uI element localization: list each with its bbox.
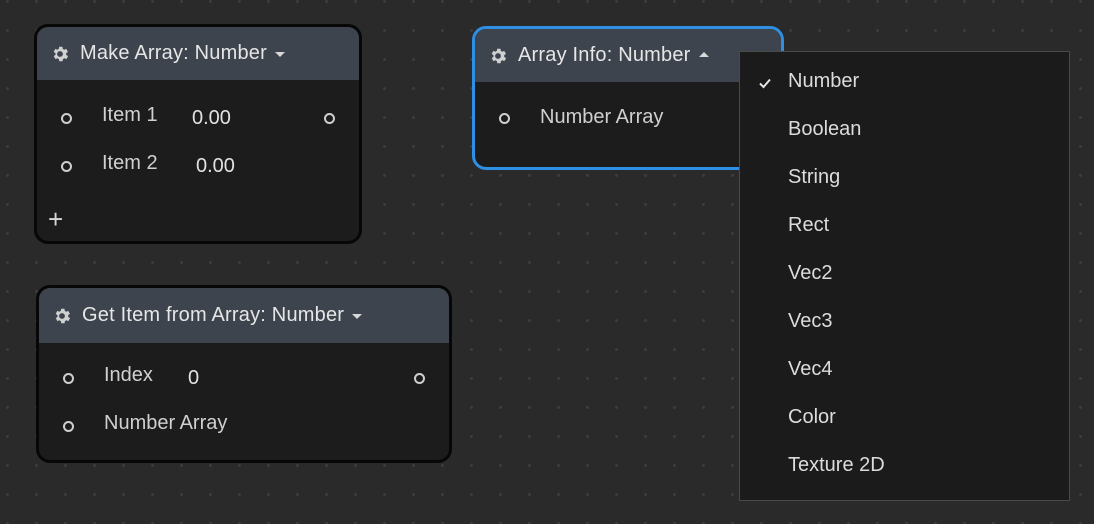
array-info-node[interactable]: Array Info: Number Number Array <box>472 26 784 170</box>
menu-item-label: String <box>788 166 841 188</box>
number-array-label: Number Array <box>104 412 228 434</box>
chevron-down-icon[interactable] <box>275 52 285 57</box>
gear-icon[interactable] <box>52 306 72 326</box>
menu-item-label: Number <box>788 70 860 92</box>
menu-item-vec3[interactable]: Vec3 <box>740 292 1069 340</box>
menu-item-string[interactable]: String <box>740 148 1069 196</box>
number-array-label: Number Array <box>540 106 664 128</box>
make-array-header[interactable]: Make Array: Number <box>37 27 359 80</box>
chevron-up-icon[interactable] <box>698 52 709 57</box>
menu-item-vec4[interactable]: Vec4 <box>740 340 1069 388</box>
menu-item-label: Texture 2D <box>788 454 885 476</box>
item-output-port[interactable] <box>414 373 425 384</box>
array-info-title: Array Info: Number <box>518 44 691 66</box>
array-info-header[interactable]: Array Info: Number <box>475 29 781 82</box>
gear-icon[interactable] <box>488 46 508 66</box>
menu-item-label: Rect <box>788 214 830 236</box>
item-1-value[interactable]: 0.00 <box>192 107 231 130</box>
type-dropdown-menu[interactable]: Number Boolean String Rect Vec2 Vec3 Vec… <box>739 51 1070 501</box>
menu-item-label: Vec4 <box>788 358 833 380</box>
menu-item-vec2[interactable]: Vec2 <box>740 244 1069 292</box>
get-item-node[interactable]: Get Item from Array: Number Index 0 Numb… <box>36 285 452 463</box>
item-2-input-port[interactable] <box>61 161 72 172</box>
number-array-input-port[interactable] <box>63 421 74 432</box>
chevron-down-icon[interactable] <box>352 314 363 319</box>
menu-item-boolean[interactable]: Boolean <box>740 100 1069 148</box>
add-item-button[interactable]: + <box>48 206 63 232</box>
get-item-header[interactable]: Get Item from Array: Number <box>39 288 449 343</box>
item-2-label: Item 2 <box>102 152 158 174</box>
index-input-port[interactable] <box>63 373 74 384</box>
item-2-value[interactable]: 0.00 <box>196 155 235 178</box>
make-array-title: Make Array: Number <box>80 42 267 64</box>
item-1-label: Item 1 <box>102 104 158 126</box>
menu-item-label: Vec3 <box>788 310 833 332</box>
index-label: Index <box>104 364 153 386</box>
index-value[interactable]: 0 <box>188 367 199 390</box>
menu-item-color[interactable]: Color <box>740 388 1069 436</box>
get-item-title: Get Item from Array: Number <box>82 304 345 326</box>
menu-item-texture-2d[interactable]: Texture 2D <box>740 436 1069 484</box>
array-output-port[interactable] <box>324 113 335 124</box>
menu-item-label: Color <box>788 406 836 428</box>
gear-icon[interactable] <box>50 44 70 64</box>
checkmark-icon <box>759 78 771 89</box>
item-1-input-port[interactable] <box>61 113 72 124</box>
menu-item-number[interactable]: Number <box>740 52 1069 100</box>
make-array-node[interactable]: Make Array: Number Item 1 0.00 Item 2 0.… <box>34 24 362 244</box>
menu-item-rect[interactable]: Rect <box>740 196 1069 244</box>
menu-item-label: Boolean <box>788 118 862 140</box>
menu-item-label: Vec2 <box>788 262 833 284</box>
number-array-input-port[interactable] <box>499 113 510 124</box>
